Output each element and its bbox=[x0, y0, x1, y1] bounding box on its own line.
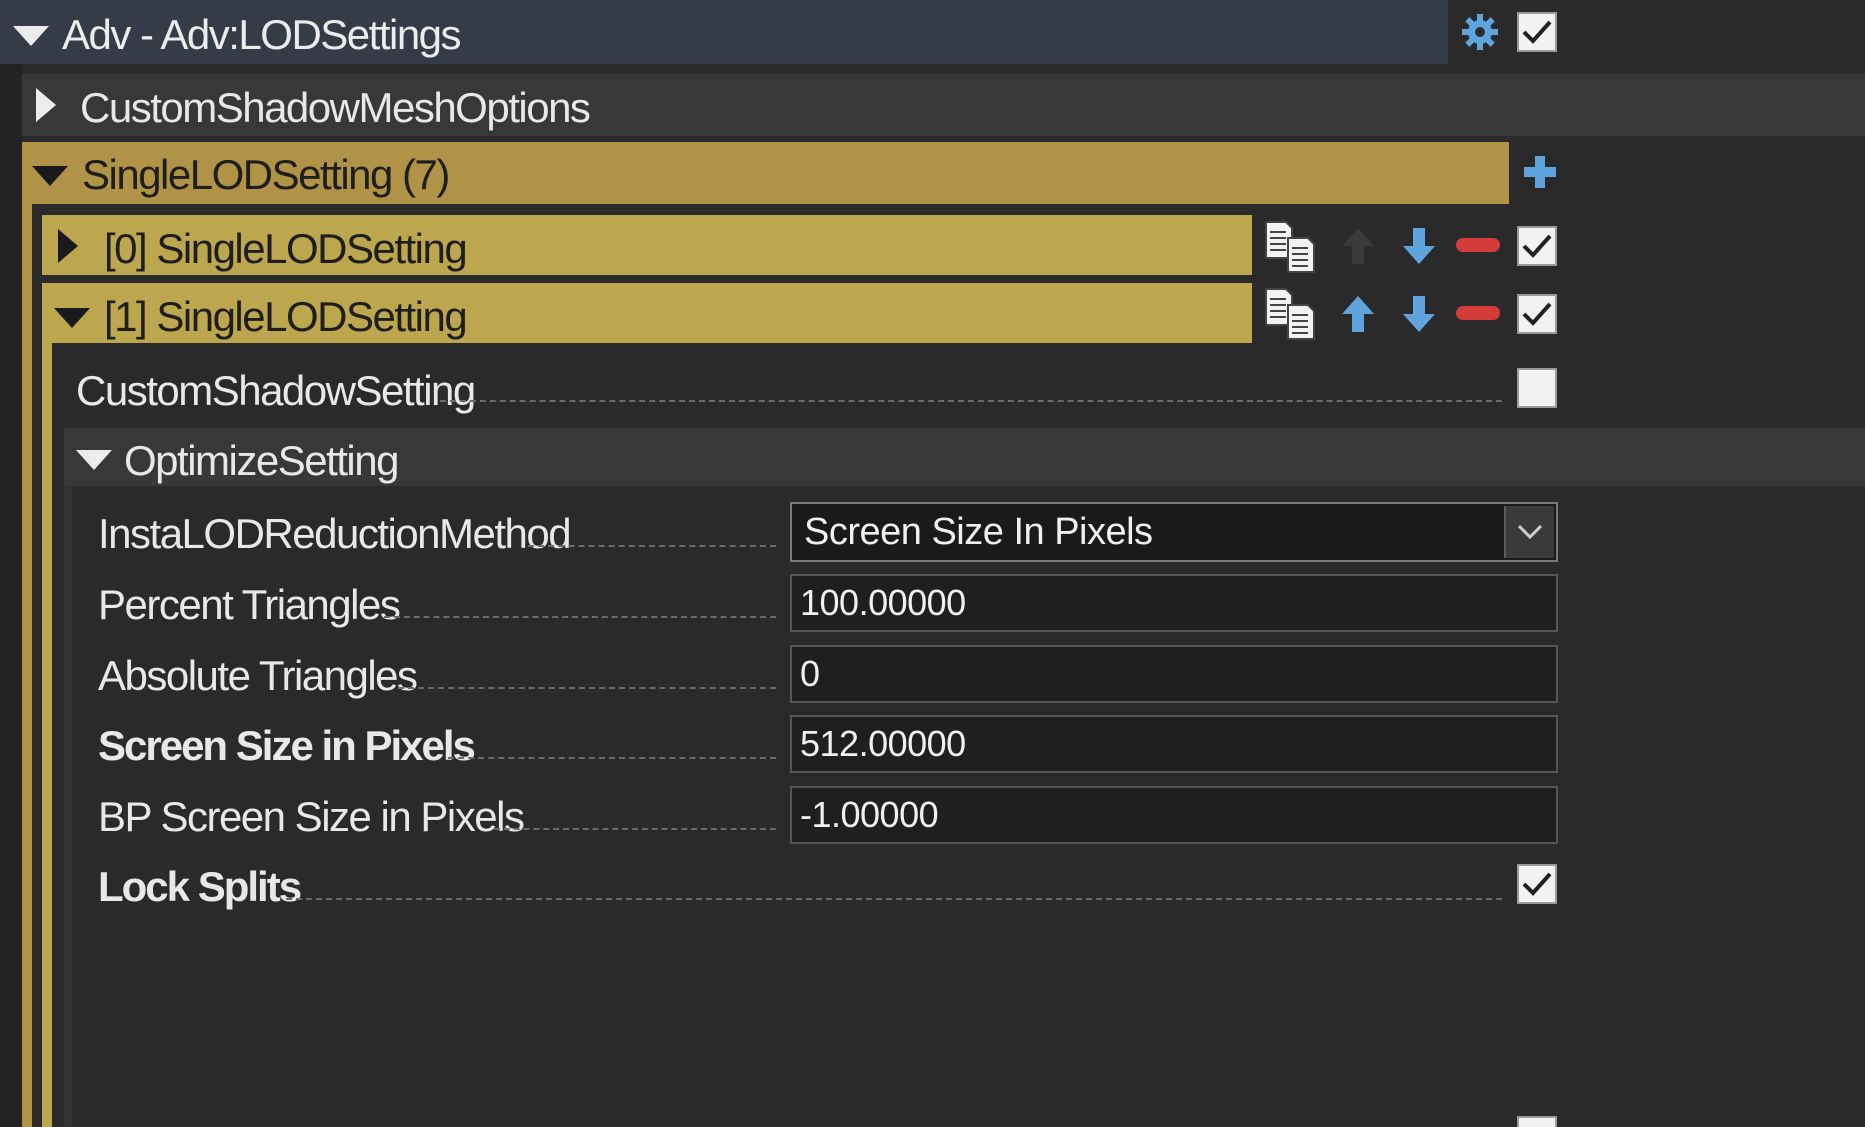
header-right bbox=[1448, 0, 1865, 64]
absolute-triangles-label: Absolute Triangles bbox=[98, 652, 418, 699]
custom-shadow-mesh-options-label: CustomShadowMeshOptions bbox=[80, 84, 591, 131]
screen-size-value: 512.00000 bbox=[800, 723, 966, 764]
lock-splits-label: Lock Splits bbox=[98, 863, 302, 910]
arrow-down-icon[interactable] bbox=[1401, 294, 1437, 334]
header-enabled-checkbox[interactable] bbox=[1517, 12, 1557, 52]
absolute-triangles-value: 0 bbox=[800, 653, 820, 694]
collapse-arrow-icon[interactable] bbox=[76, 450, 112, 470]
screen-size-input[interactable]: 512.00000 bbox=[790, 715, 1558, 773]
chevron-down-icon[interactable] bbox=[1504, 506, 1554, 558]
minus-icon[interactable] bbox=[1456, 238, 1500, 252]
lod-item-0-label: [0] SingleLODSetting bbox=[104, 225, 468, 272]
row-leader bbox=[286, 898, 1502, 900]
copy-icon[interactable] bbox=[1262, 285, 1318, 341]
group-border-stripe bbox=[22, 204, 32, 1127]
row-leader bbox=[448, 757, 776, 759]
optimize-setting-label: OptimizeSetting bbox=[124, 437, 399, 484]
next-row-checkbox[interactable] bbox=[1517, 1116, 1557, 1127]
left-gutter bbox=[0, 64, 22, 1127]
percent-triangles-label: Percent Triangles bbox=[98, 581, 401, 628]
header-title: Adv - Adv:LODSettings bbox=[62, 11, 462, 58]
plus-icon[interactable] bbox=[1522, 154, 1558, 190]
row-leader bbox=[528, 545, 776, 547]
percent-triangles-input[interactable]: 100.00000 bbox=[790, 574, 1558, 632]
single-lod-setting-group-label: SingleLODSetting (7) bbox=[82, 151, 450, 198]
arrow-up-icon-disabled bbox=[1340, 226, 1376, 266]
collapse-arrow-icon[interactable] bbox=[32, 166, 68, 186]
bp-screen-size-value: -1.00000 bbox=[800, 794, 939, 835]
expand-arrow-icon[interactable] bbox=[58, 229, 78, 263]
bp-screen-size-input[interactable]: -1.00000 bbox=[790, 786, 1558, 844]
arrow-down-icon[interactable] bbox=[1401, 226, 1437, 266]
lod-item-0-enabled-checkbox[interactable] bbox=[1517, 226, 1557, 266]
lod-item-1-label: [1] SingleLODSetting bbox=[104, 293, 468, 340]
row-leader bbox=[398, 687, 776, 689]
custom-shadow-setting-label: CustomShadowSetting bbox=[76, 367, 476, 414]
lod-item-border-stripe bbox=[42, 343, 52, 1127]
arrow-up-icon[interactable] bbox=[1340, 294, 1376, 334]
row-leader bbox=[494, 828, 776, 830]
lod-item-1-enabled-checkbox[interactable] bbox=[1517, 294, 1557, 334]
gear-icon[interactable] bbox=[1460, 12, 1500, 52]
lock-splits-checkbox[interactable] bbox=[1517, 864, 1557, 904]
row-leader bbox=[384, 616, 776, 618]
reduction-method-select[interactable]: Screen Size In Pixels bbox=[790, 502, 1558, 562]
reduction-method-value: Screen Size In Pixels bbox=[804, 510, 1153, 553]
optimize-setting-stripe bbox=[64, 486, 72, 1127]
reduction-method-label: InstaLODReductionMethod bbox=[98, 510, 572, 557]
minus-icon[interactable] bbox=[1456, 306, 1500, 320]
collapse-arrow-icon[interactable] bbox=[54, 308, 90, 328]
row-leader bbox=[440, 400, 1502, 402]
expand-arrow-icon[interactable] bbox=[36, 88, 56, 122]
absolute-triangles-input[interactable]: 0 bbox=[790, 645, 1558, 703]
screen-size-label: Screen Size in Pixels bbox=[98, 722, 476, 769]
bp-screen-size-label: BP Screen Size in Pixels bbox=[98, 793, 525, 840]
copy-icon[interactable] bbox=[1262, 218, 1318, 274]
collapse-arrow-icon[interactable] bbox=[13, 26, 49, 46]
custom-shadow-setting-checkbox[interactable] bbox=[1517, 368, 1557, 408]
percent-triangles-value: 100.00000 bbox=[800, 582, 966, 623]
